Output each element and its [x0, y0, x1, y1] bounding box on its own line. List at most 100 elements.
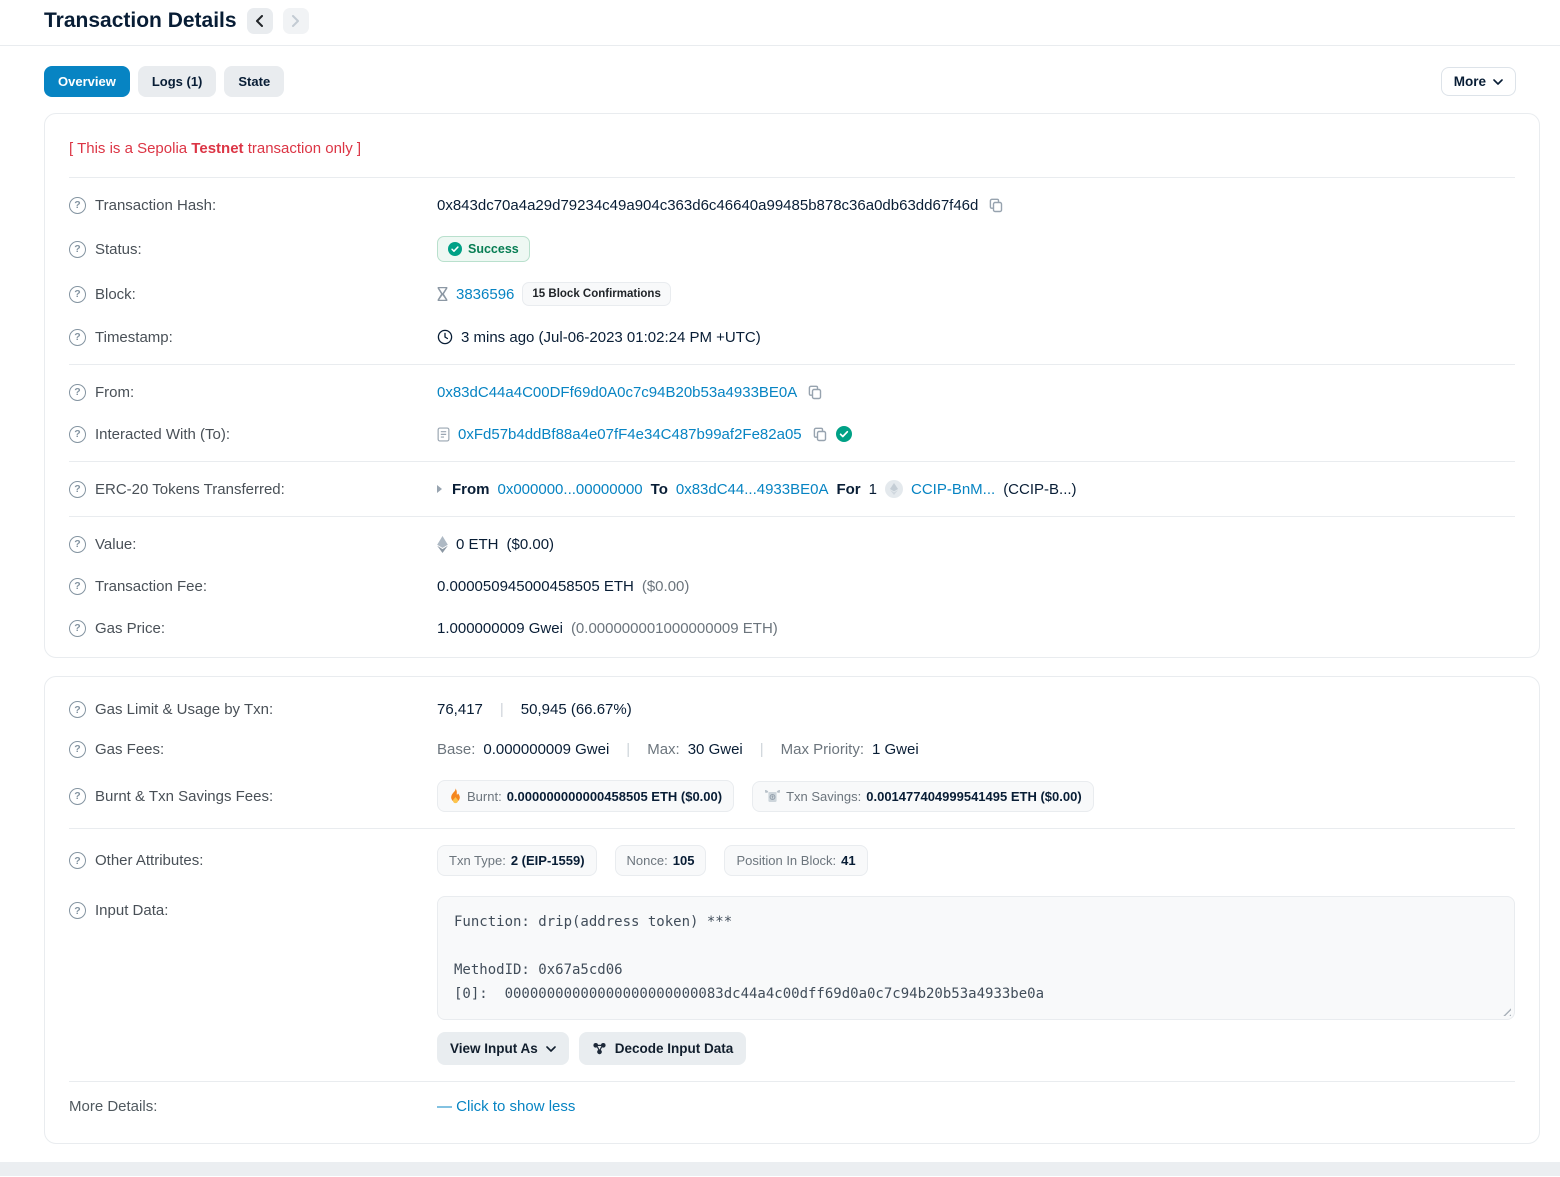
- block-number-link[interactable]: 3836596: [456, 286, 514, 303]
- position-value: 41: [841, 853, 855, 868]
- erc20-label: ERC-20 Tokens Transferred:: [95, 481, 285, 498]
- decode-label: Decode Input Data: [615, 1041, 734, 1056]
- to-address-link[interactable]: 0xFd57b4ddBf88a4e07fF4e34C487b99af2Fe82a…: [458, 426, 802, 443]
- gas-limit-label-group: Gas Limit & Usage by Txn:: [69, 701, 437, 718]
- txn-savings-value: 0.001477404999541495 ETH ($0.00): [866, 789, 1081, 804]
- copy-transaction-hash-button[interactable]: [986, 197, 1004, 213]
- help-icon: [69, 286, 86, 303]
- show-less-link[interactable]: — Click to show less: [437, 1098, 575, 1115]
- interacted-with-label-group: Interacted With (To):: [69, 426, 437, 443]
- tabs-row: Overview Logs (1) State More: [0, 46, 1560, 113]
- help-icon: [69, 852, 86, 869]
- more-dropdown-button[interactable]: More: [1441, 67, 1516, 96]
- status-label-group: Status:: [69, 241, 437, 258]
- copy-to-address-button[interactable]: [810, 426, 828, 442]
- view-input-as-button[interactable]: View Input As: [437, 1032, 569, 1065]
- testnet-warning-post: transaction only ]: [244, 140, 362, 157]
- base-fee-label: Base:: [437, 741, 475, 758]
- erc20-from-word: From: [452, 481, 490, 498]
- row-block: Block: 3836596 15 Block Confirmations: [69, 272, 1515, 316]
- row-other-attributes: Other Attributes: Txn Type: 2 (EIP-1559)…: [69, 835, 1515, 886]
- block-label: Block:: [95, 286, 136, 303]
- divider: [69, 461, 1515, 462]
- token-icon: [885, 480, 903, 498]
- copy-from-address-button[interactable]: [805, 384, 823, 400]
- input-data-label-group: Input Data:: [69, 896, 437, 919]
- interacted-with-label: Interacted With (To):: [95, 426, 230, 443]
- help-icon: [69, 902, 86, 919]
- token-name-link[interactable]: CCIP-BnM...: [911, 481, 995, 498]
- separator: [500, 701, 504, 718]
- txn-type-value: 2 (EIP-1559): [511, 853, 585, 868]
- input-data-actions: View Input As Decode Input Data: [437, 1032, 1515, 1065]
- erc20-from-address-link[interactable]: 0x000000...00000000: [498, 481, 643, 498]
- help-icon: [69, 329, 86, 346]
- txn-savings-badge: Txn Savings: 0.001477404999541495 ETH ($…: [752, 781, 1094, 812]
- help-icon: [69, 578, 86, 595]
- value-label: Value:: [95, 536, 136, 553]
- transaction-fee-label: Transaction Fee:: [95, 578, 207, 595]
- input-data-textarea[interactable]: Function: drip(address token) *** Method…: [437, 896, 1515, 1020]
- transaction-fee-eth: 0.000050945000458505 ETH: [437, 578, 634, 595]
- more-details-label-group: More Details:: [69, 1098, 437, 1115]
- from-label-group: From:: [69, 384, 437, 401]
- erc20-for-word: For: [836, 481, 860, 498]
- divider: [69, 364, 1515, 365]
- position-in-block-badge: Position In Block: 41: [724, 845, 867, 876]
- gas-fees-label-group: Gas Fees:: [69, 741, 437, 758]
- transaction-hash-label-group: Transaction Hash:: [69, 197, 437, 214]
- hourglass-icon: [437, 287, 448, 301]
- gas-limit-label: Gas Limit & Usage by Txn:: [95, 701, 273, 718]
- help-icon: [69, 481, 86, 498]
- erc20-to-address-link[interactable]: 0x83dC44...4933BE0A: [676, 481, 829, 498]
- decode-input-data-button[interactable]: Decode Input Data: [579, 1032, 747, 1065]
- tab-overview[interactable]: Overview: [44, 66, 130, 97]
- from-address-link[interactable]: 0x83dC44a4C00DFf69d0A0c7c94B20b53a4933BE…: [437, 384, 797, 401]
- status-badge: Success: [437, 236, 530, 262]
- gas-price-label-group: Gas Price:: [69, 620, 437, 637]
- divider: [69, 177, 1515, 178]
- row-erc20-transfers: ERC-20 Tokens Transferred: From 0x000000…: [69, 468, 1515, 510]
- prev-transaction-button[interactable]: [247, 8, 273, 34]
- txn-type-label: Txn Type:: [449, 853, 506, 868]
- other-attributes-label: Other Attributes:: [95, 852, 203, 869]
- transaction-fee-usd: ($0.00): [642, 578, 690, 595]
- check-circle-icon: [448, 242, 462, 256]
- max-priority-label: Max Priority:: [781, 741, 864, 758]
- timestamp-label-group: Timestamp:: [69, 329, 437, 346]
- max-priority-value: 1 Gwei: [872, 741, 919, 758]
- max-fee-label: Max:: [647, 741, 680, 758]
- page-footer-strip: [0, 1162, 1560, 1176]
- row-more-details: More Details: — Click to show less: [69, 1088, 1515, 1135]
- max-fee-value: 30 Gwei: [688, 741, 743, 758]
- resize-handle[interactable]: [1500, 1005, 1511, 1016]
- row-transaction-fee: Transaction Fee: 0.000050945000458505 ET…: [69, 565, 1515, 607]
- help-icon: [69, 426, 86, 443]
- clock-icon: [437, 329, 453, 345]
- row-gas-price: Gas Price: 1.000000009 Gwei (0.000000001…: [69, 607, 1515, 649]
- more-details-label: More Details:: [69, 1098, 157, 1115]
- next-transaction-button[interactable]: [283, 8, 309, 34]
- tab-state[interactable]: State: [224, 66, 284, 97]
- gas-price-gwei: 1.000000009 Gwei: [437, 620, 563, 637]
- help-icon: [69, 701, 86, 718]
- chevron-down-icon: [1493, 79, 1503, 85]
- status-label: Status:: [95, 241, 142, 258]
- timestamp-label: Timestamp:: [95, 329, 173, 346]
- help-icon: [69, 384, 86, 401]
- copy-icon: [812, 426, 828, 442]
- tab-logs[interactable]: Logs (1): [138, 66, 217, 97]
- row-status: Status: Success: [69, 226, 1515, 272]
- details-card: Gas Limit & Usage by Txn: 76,417 50,945 …: [44, 676, 1540, 1144]
- page-header: Transaction Details: [0, 0, 1560, 46]
- transaction-hash-label: Transaction Hash:: [95, 197, 216, 214]
- erc20-label-group: ERC-20 Tokens Transferred:: [69, 481, 437, 498]
- block-confirmations-badge: 15 Block Confirmations: [522, 282, 670, 306]
- testnet-warning: [ This is a Sepolia Testnet transaction …: [69, 122, 1515, 171]
- erc20-to-word: To: [651, 481, 668, 498]
- chevron-left-icon: [255, 15, 264, 27]
- value-label-group: Value:: [69, 536, 437, 553]
- gas-usage-value: 50,945 (66.67%): [521, 701, 632, 718]
- nonce-label: Nonce:: [627, 853, 668, 868]
- row-value: Value: 0 ETH ($0.00): [69, 523, 1515, 565]
